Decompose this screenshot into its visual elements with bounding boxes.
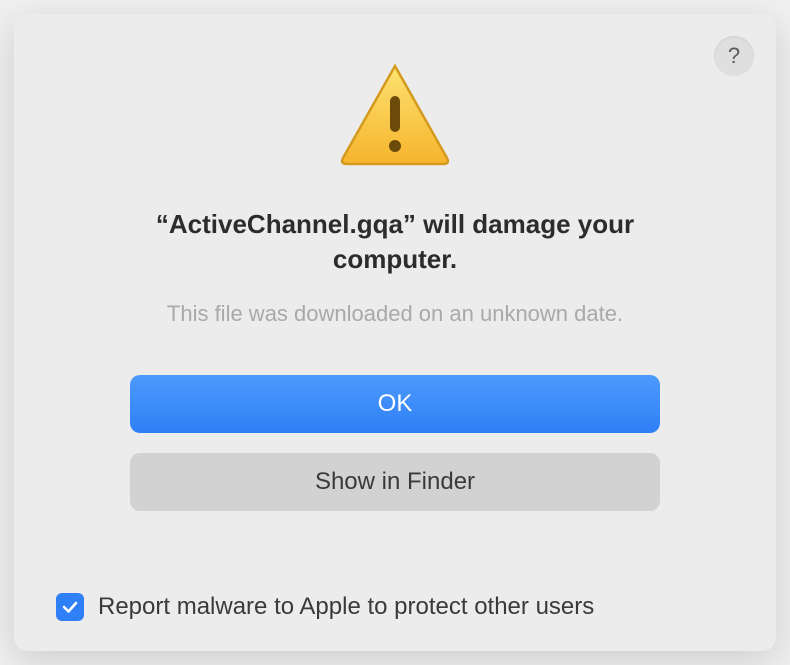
show-in-finder-label: Show in Finder	[315, 468, 475, 496]
ok-button[interactable]: OK	[130, 375, 660, 433]
alert-subtext: This file was downloaded on an unknown d…	[167, 301, 623, 327]
help-icon: ?	[728, 43, 740, 69]
warning-icon	[335, 60, 455, 175]
report-malware-checkbox[interactable]	[56, 593, 84, 621]
checkmark-icon	[60, 597, 80, 617]
show-in-finder-button[interactable]: Show in Finder	[130, 453, 660, 511]
ok-button-label: OK	[378, 390, 413, 418]
report-malware-row: Report malware to Apple to protect other…	[56, 593, 594, 621]
report-malware-label: Report malware to Apple to protect other…	[98, 593, 594, 621]
help-button[interactable]: ?	[714, 36, 754, 76]
alert-dialog: ? “ActiveChannel.gqa” will damage your c…	[14, 14, 776, 651]
alert-heading: “ActiveChannel.gqa” will damage your com…	[95, 207, 695, 277]
button-stack: OK Show in Finder	[130, 375, 660, 511]
